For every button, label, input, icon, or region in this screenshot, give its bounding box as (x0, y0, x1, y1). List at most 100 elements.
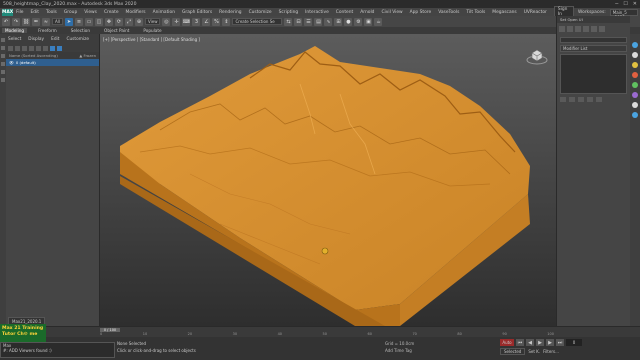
tool-light-icon[interactable] (632, 62, 638, 68)
toggle-scene-explorer-icon[interactable]: ☰ (304, 17, 313, 26)
menu-scripting[interactable]: Scripting (279, 10, 299, 15)
key-filters-button[interactable]: Filters... (543, 349, 559, 354)
lock-icon[interactable] (1, 54, 5, 58)
menu-interactive[interactable]: Interactive (305, 10, 329, 15)
pin-stack-icon[interactable] (560, 97, 566, 102)
tab-modeling[interactable]: Modeling (2, 28, 28, 33)
menu-arnold[interactable]: Arnold (360, 10, 374, 15)
previous-frame-icon[interactable]: ◀ (526, 339, 534, 346)
material-editor-icon[interactable]: ● (344, 17, 353, 26)
go-to-start-icon[interactable]: ⏮ (516, 339, 524, 346)
undo-icon[interactable]: ↶ (2, 17, 10, 26)
terrain-mesh[interactable] (100, 34, 556, 326)
modify-panel-icon[interactable] (567, 26, 573, 32)
selection-set-field[interactable]: Create Selection Se (232, 18, 283, 25)
layer-row[interactable]: 👁 0 (default) (6, 59, 99, 66)
rotate-icon[interactable]: ⟳ (114, 17, 123, 26)
filter-geometry-icon[interactable] (8, 46, 13, 51)
filter-spacewarps-icon[interactable] (43, 46, 48, 51)
tool-render-icon[interactable] (632, 72, 638, 78)
link-icon[interactable]: ⛓ (22, 17, 30, 26)
align-icon[interactable]: ⊟ (294, 17, 303, 26)
viewcube-icon[interactable] (526, 44, 548, 66)
menu-edit[interactable]: Edit (31, 10, 40, 15)
angle-snap-icon[interactable]: ∠ (202, 17, 211, 26)
snaps-toggle-icon[interactable]: 3 (192, 17, 201, 26)
mirror-icon[interactable]: ⇆ (284, 17, 293, 26)
hierarchy-panel-icon[interactable] (575, 26, 581, 32)
window-crossing-icon[interactable]: ◫ (94, 17, 103, 26)
next-frame-icon[interactable]: ▶ (546, 339, 554, 346)
view-icon[interactable] (1, 62, 5, 66)
menu-create[interactable]: Create (104, 10, 119, 15)
set-key-button[interactable]: Set K. (528, 349, 540, 354)
configure-modifier-sets-icon[interactable] (596, 97, 602, 102)
tool-material-icon[interactable] (632, 52, 638, 58)
menu-tools[interactable]: Tools (46, 10, 57, 15)
create-panel-icon[interactable] (559, 26, 565, 32)
bind-space-warp-icon[interactable]: ≈ (42, 17, 50, 26)
make-unique-icon[interactable] (578, 97, 584, 102)
motion-panel-icon[interactable] (583, 26, 589, 32)
menu-customize[interactable]: Customize (249, 10, 272, 15)
play-icon[interactable]: ▶ (536, 339, 544, 346)
redo-icon[interactable]: ↷ (12, 17, 20, 26)
menu-tilt-tools[interactable]: Tilt Tools (466, 10, 485, 15)
menu-uvreactor[interactable]: UVReactor (524, 10, 547, 15)
explorer-tab-select[interactable]: Select (8, 37, 21, 42)
explorer-tab-display[interactable]: Display (28, 37, 44, 42)
hide-icon[interactable] (1, 78, 5, 82)
toggle-layer-explorer-icon[interactable]: ▤ (314, 17, 323, 26)
explorer-tab-edit[interactable]: Edit (51, 37, 59, 42)
modifier-list-dropdown[interactable]: Modifier List (560, 45, 627, 52)
object-name-field[interactable] (560, 37, 627, 43)
menu-modifiers[interactable]: Modifiers (126, 10, 146, 15)
add-time-tag-button[interactable]: Add Time Tag (385, 347, 414, 354)
explorer-tab-customize[interactable]: Customize (66, 37, 89, 42)
tool-camera-icon[interactable] (632, 112, 638, 118)
tab-selection[interactable]: Selection (68, 28, 93, 33)
place-icon[interactable]: ⊕ (134, 17, 143, 26)
menu-rendering[interactable]: Rendering (219, 10, 241, 15)
menu-vasetools[interactable]: VaseTools (438, 10, 459, 15)
utilities-panel-icon[interactable] (599, 26, 605, 32)
rendered-frame-window-icon[interactable]: ▣ (364, 17, 373, 26)
selection-filter-dropdown[interactable]: All (52, 18, 63, 25)
menu-civil-view[interactable]: Civil View (381, 10, 402, 15)
select-object-icon[interactable]: ➤ (64, 17, 73, 26)
auto-key-button[interactable]: Auto (500, 339, 514, 346)
filter-shapes-icon[interactable] (15, 46, 20, 51)
select-by-name-icon[interactable]: ≡ (74, 17, 83, 26)
menu-group[interactable]: Group (64, 10, 77, 15)
isolate-icon[interactable] (1, 46, 5, 50)
render-production-icon[interactable]: ☕ (374, 17, 383, 26)
perspective-viewport[interactable]: [+] [Perspective ] [Standard ] [Default … (100, 34, 556, 326)
tool-sphere-icon[interactable] (632, 42, 638, 48)
display-icon[interactable] (1, 70, 5, 74)
visibility-eye-icon[interactable]: 👁 (9, 60, 14, 65)
filter-helpers-icon[interactable] (36, 46, 41, 51)
menu-megascans[interactable]: Megascans (492, 10, 516, 15)
current-frame-field[interactable]: 0 (566, 339, 582, 346)
show-end-result-icon[interactable] (569, 97, 575, 102)
menu-views[interactable]: Views (84, 10, 97, 15)
move-icon[interactable]: ✥ (104, 17, 113, 26)
render-setup-icon[interactable]: ⚙ (354, 17, 363, 26)
column-name-header[interactable]: Name (Sorted Ascending) (9, 53, 58, 58)
percent-snap-icon[interactable]: % (212, 17, 221, 26)
tab-populate[interactable]: Populate (140, 28, 164, 33)
pivot-center-icon[interactable]: ◎ (162, 17, 171, 26)
app-logo-icon[interactable]: MAX (2, 8, 14, 16)
menu-content[interactable]: Content (336, 10, 353, 15)
menu-animation[interactable]: Animation (153, 10, 175, 15)
reference-coordinate-dropdown[interactable]: View (144, 18, 161, 25)
tool-misc-icon[interactable] (632, 102, 638, 108)
workspaces-dropdown[interactable]: Main_5 _2020 (609, 8, 638, 20)
rectangle-selection-icon[interactable]: ▭ (84, 17, 93, 26)
tool-effect-icon[interactable] (632, 92, 638, 98)
unlink-icon[interactable]: ⚮ (32, 17, 40, 26)
scale-icon[interactable]: ⤢ (124, 17, 133, 26)
layer-explorer-icon[interactable] (50, 46, 55, 51)
menu-graph-editors[interactable]: Graph Editors (182, 10, 212, 15)
filter-lights-icon[interactable] (22, 46, 27, 51)
